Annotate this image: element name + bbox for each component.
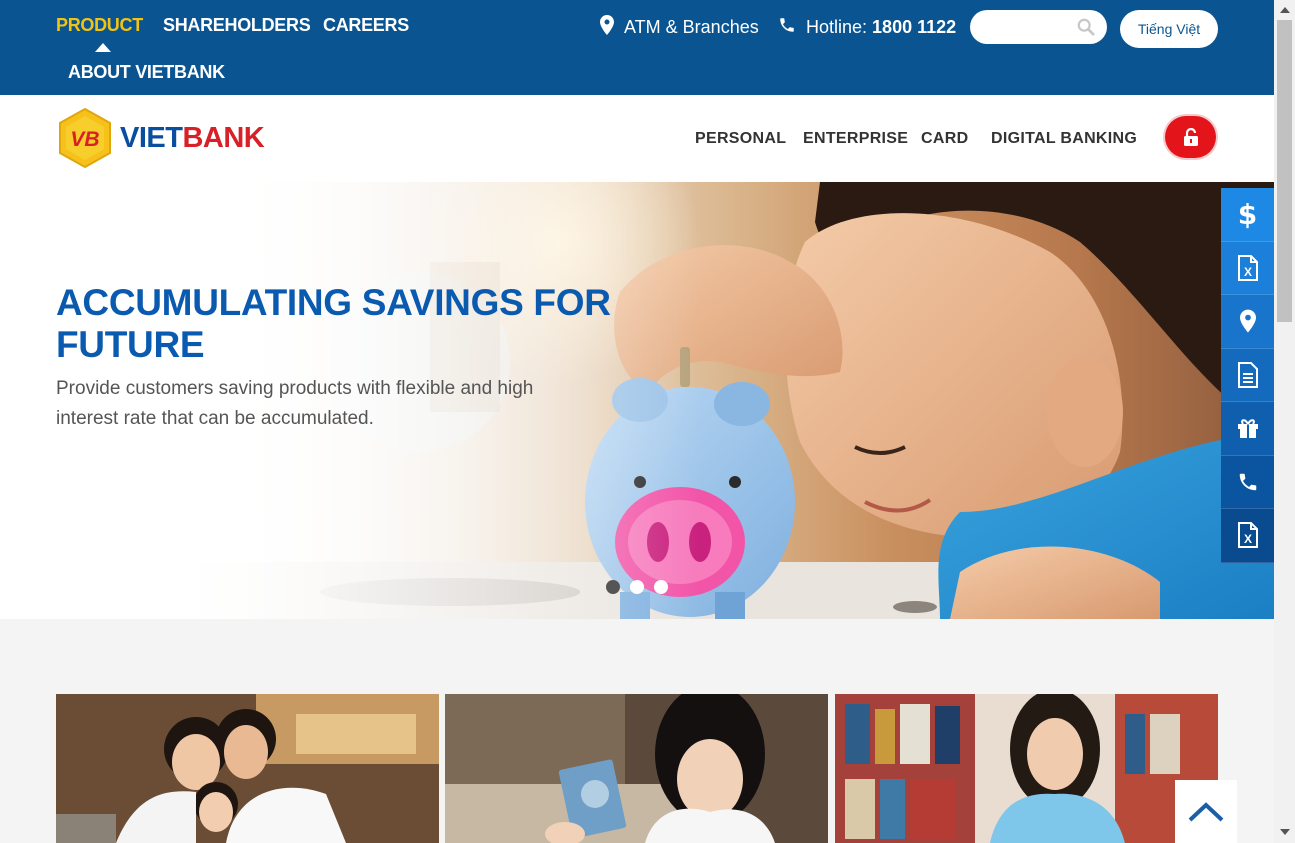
family-card[interactable]	[56, 694, 439, 843]
hero-title: ACCUMULATING SAVINGS FOR FUTURE	[56, 282, 611, 365]
student-card[interactable]	[835, 694, 1218, 843]
hotline-label: Hotline:	[806, 16, 868, 37]
nav-digital-banking[interactable]: DIGITAL BANKING	[991, 130, 1137, 148]
logo-wordmark: VIETBANK	[120, 121, 265, 155]
scroll-to-top-button[interactable]	[1175, 780, 1237, 843]
slider-dot-2[interactable]	[630, 580, 644, 594]
dollar-icon: $	[1237, 197, 1258, 231]
hotline-link[interactable]: Hotline: 1800 1122	[778, 14, 956, 40]
student-photo	[835, 694, 1218, 843]
search-icon[interactable]	[1077, 18, 1095, 41]
atm-branches-label: ATM & Branches	[624, 16, 759, 37]
vietbank-hexagon-logo-icon: VB	[59, 108, 111, 168]
hero-subtitle: Provide customers saving products with f…	[56, 378, 534, 429]
hero-banner: ACCUMULATING SAVINGS FOR FUTURE Provide …	[0, 182, 1274, 619]
vietbank-logo[interactable]: VB VIETBANK	[58, 108, 265, 168]
savings-book-card[interactable]	[445, 694, 828, 843]
unlock-icon	[1183, 128, 1198, 146]
savings-book-photo	[445, 694, 828, 843]
chevron-up-icon	[1188, 801, 1224, 821]
atm-branches-link[interactable]: ATM & Branches	[600, 14, 759, 40]
document-icon	[1237, 361, 1258, 388]
gift-icon	[1237, 419, 1258, 439]
side-calculator-button[interactable]: X	[1221, 509, 1274, 563]
side-location-button[interactable]	[1221, 295, 1274, 349]
nav-personal[interactable]: PERSONAL	[695, 130, 786, 148]
nav-card[interactable]: CARD	[921, 130, 968, 148]
search-box	[970, 10, 1107, 44]
excel-icon: X	[1237, 522, 1258, 549]
scroll-down-arrow-icon[interactable]	[1280, 829, 1290, 835]
logo-viet: VIET	[120, 121, 183, 154]
top-bar: PRODUCT SHAREHOLDERS CAREERS ABOUT VIETB…	[0, 0, 1274, 95]
family-photo	[56, 694, 439, 843]
svg-text:X: X	[1243, 532, 1251, 546]
login-button[interactable]	[1165, 116, 1216, 158]
phone-icon	[1239, 473, 1256, 490]
top-nav-product[interactable]: PRODUCT	[56, 15, 143, 36]
top-nav-about-vietbank[interactable]: ABOUT VIETBANK	[68, 62, 225, 83]
svg-text:X: X	[1243, 265, 1251, 279]
logo-mark-text: VB	[70, 128, 99, 151]
phone-icon	[778, 16, 796, 39]
scroll-up-arrow-icon[interactable]	[1280, 7, 1290, 13]
side-exchange-button[interactable]: X	[1221, 241, 1274, 295]
slider-dot-3[interactable]	[654, 580, 668, 594]
side-contact-button[interactable]	[1221, 455, 1274, 509]
scrollbar-thumb[interactable]	[1277, 20, 1292, 322]
side-document-button[interactable]	[1221, 348, 1274, 402]
search-input[interactable]	[982, 10, 1082, 44]
excel-icon: X	[1237, 254, 1258, 281]
nav-enterprise[interactable]: ENTERPRISE	[803, 130, 908, 148]
top-nav-shareholders[interactable]: SHAREHOLDERS	[163, 15, 311, 36]
map-pin-icon	[600, 14, 614, 40]
language-button[interactable]: Tiếng Việt	[1120, 10, 1218, 48]
slider-dots	[606, 580, 668, 594]
main-header: VB VIETBANK PERSONAL ENTERPRISE CARD DIG…	[0, 95, 1274, 182]
hotline-number: 1800 1122	[872, 16, 957, 37]
top-nav-careers[interactable]: CAREERS	[323, 15, 409, 36]
slider-dot-1[interactable]	[606, 580, 620, 594]
side-promotion-button[interactable]	[1221, 402, 1274, 456]
active-caret-icon	[95, 43, 111, 52]
page-scrollbar[interactable]	[1274, 0, 1295, 843]
side-rates-button[interactable]: $	[1221, 188, 1274, 242]
side-toolbar: $ X X	[1221, 188, 1274, 563]
product-cards	[56, 694, 1218, 843]
location-pin-icon	[1239, 309, 1256, 333]
logo-bank: BANK	[182, 121, 265, 154]
